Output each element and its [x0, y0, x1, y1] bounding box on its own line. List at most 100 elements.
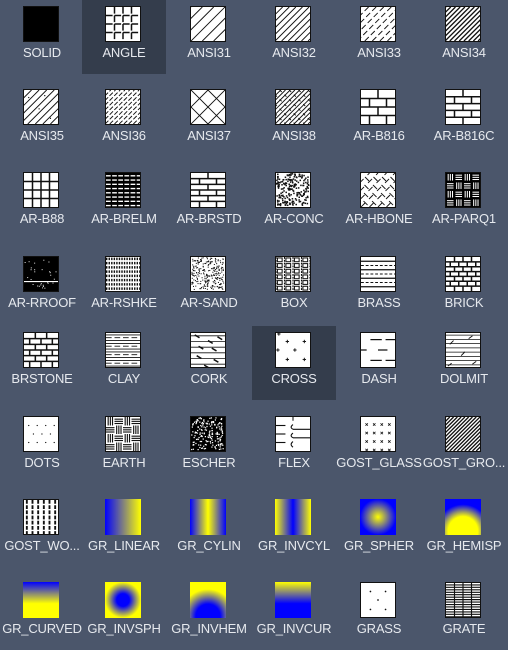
- pattern-tile[interactable]: ANSI38: [252, 83, 336, 157]
- pattern-tile[interactable]: ANSI33: [337, 0, 421, 74]
- pattern-tile[interactable]: GR_INVSPH: [82, 576, 166, 650]
- pattern-tile[interactable]: GR_INVHEM: [167, 576, 251, 650]
- ansi31-pattern-icon: [190, 6, 226, 42]
- pattern-tile[interactable]: AR-B816: [337, 83, 421, 157]
- pattern-tile[interactable]: AR-SAND: [167, 250, 251, 324]
- ar-conc-pattern-icon: [275, 172, 311, 208]
- pattern-tile[interactable]: ESCHER: [167, 410, 251, 484]
- gost-glass-pattern-icon: [360, 416, 396, 452]
- pattern-tile[interactable]: GOST_GRO...: [422, 410, 506, 484]
- pattern-tile[interactable]: FLEX: [252, 410, 336, 484]
- pattern-label: BRASS: [357, 295, 401, 310]
- dots-pattern-icon: [23, 416, 59, 452]
- pattern-label: GR_HEMISP: [426, 538, 502, 553]
- pattern-label: AR-CONC: [264, 211, 324, 226]
- pattern-tile[interactable]: GR_HEMISP: [422, 493, 506, 567]
- pattern-label: GR_SPHER: [344, 538, 414, 553]
- pattern-tile[interactable]: ANSI37: [167, 83, 251, 157]
- brick-pattern-icon: [445, 256, 481, 292]
- solid-pattern-icon: [23, 6, 59, 42]
- pattern-tile[interactable]: GOST_WO...: [0, 493, 84, 567]
- ansi33-pattern-icon: [360, 6, 396, 42]
- pattern-tile[interactable]: GR_INVCUR: [252, 576, 336, 650]
- pattern-tile[interactable]: GR_LINEAR: [82, 493, 166, 567]
- pattern-tile[interactable]: AR-B88: [0, 166, 84, 240]
- ansi35-pattern-icon: [23, 89, 59, 125]
- ar-brstd-pattern-icon: [190, 172, 226, 208]
- gradient-hemispherical-icon: [445, 499, 481, 535]
- pattern-label: BRICK: [444, 295, 484, 310]
- pattern-label: ANSI32: [272, 45, 316, 60]
- pattern-tile[interactable]: ANSI32: [252, 0, 336, 74]
- pattern-label: ESCHER: [182, 455, 236, 470]
- dolmit-pattern-icon: [445, 332, 481, 368]
- gradient-inverted-hemispherical-icon: [190, 582, 226, 618]
- gradient-inverted-cylinder-icon: [275, 499, 311, 535]
- pattern-label: GR_INVHEM: [171, 621, 247, 636]
- pattern-label: CLAY: [107, 371, 141, 386]
- pattern-tile[interactable]: AR-PARQ1: [422, 166, 506, 240]
- escher-pattern-icon: [190, 416, 226, 452]
- dash-pattern-icon: [360, 332, 396, 368]
- pattern-tile[interactable]: SOLID: [0, 0, 84, 74]
- pattern-label: ANSI34: [442, 45, 486, 60]
- pattern-label: BRSTONE: [11, 371, 73, 386]
- cross-pattern-icon: [275, 332, 311, 368]
- pattern-label: GR_INVCYL: [258, 538, 330, 553]
- pattern-tile[interactable]: GRATE: [422, 576, 506, 650]
- earth-pattern-icon: [105, 416, 141, 452]
- ar-brelm-pattern-icon: [105, 172, 141, 208]
- pattern-label: ANSI36: [102, 128, 146, 143]
- pattern-tile[interactable]: AR-BRSTD: [167, 166, 251, 240]
- pattern-tile[interactable]: GR_SPHER: [337, 493, 421, 567]
- pattern-tile[interactable]: GOST_GLASS: [336, 410, 422, 484]
- pattern-label: GOST_GLASS: [336, 455, 422, 470]
- gost-ground-pattern-icon: [445, 416, 481, 452]
- pattern-label: ANSI35: [20, 128, 64, 143]
- pattern-label: ANSI31: [187, 45, 231, 60]
- pattern-tile[interactable]: AR-B816C: [422, 83, 506, 157]
- pattern-tile[interactable]: BRASS: [337, 250, 421, 324]
- pattern-label: AR-B816C: [433, 128, 495, 143]
- pattern-label: ANSI38: [272, 128, 316, 143]
- ar-b816c-pattern-icon: [445, 89, 481, 125]
- pattern-tile[interactable]: BRICK: [422, 250, 506, 324]
- pattern-tile[interactable]: AR-HBONE: [337, 166, 421, 240]
- grate-pattern-icon: [445, 582, 481, 618]
- pattern-tile[interactable]: AR-RROOF: [0, 250, 84, 324]
- pattern-tile[interactable]: DASH: [337, 326, 421, 400]
- pattern-label: GR_LINEAR: [88, 538, 160, 553]
- pattern-tile[interactable]: GR_CURVED: [0, 576, 84, 650]
- pattern-tile[interactable]: CROSS: [252, 326, 336, 400]
- pattern-tile[interactable]: GR_CYLIN: [167, 493, 251, 567]
- pattern-tile[interactable]: BRSTONE: [0, 326, 84, 400]
- pattern-label: AR-PARQ1: [432, 211, 496, 226]
- grass-pattern-icon: [360, 582, 396, 618]
- pattern-label: ANSI37: [187, 128, 231, 143]
- pattern-tile[interactable]: GR_INVCYL: [252, 493, 336, 567]
- ar-parq1-pattern-icon: [445, 172, 481, 208]
- pattern-tile[interactable]: AR-BRELM: [82, 166, 166, 240]
- pattern-tile[interactable]: ANSI36: [82, 83, 166, 157]
- pattern-tile[interactable]: CORK: [167, 326, 251, 400]
- pattern-tile[interactable]: DOLMIT: [422, 326, 506, 400]
- pattern-tile[interactable]: DOTS: [0, 410, 84, 484]
- pattern-tile[interactable]: ANGLE: [82, 0, 166, 74]
- pattern-tile[interactable]: GRASS: [337, 576, 421, 650]
- pattern-tile[interactable]: AR-RSHKE: [82, 250, 166, 324]
- pattern-tile[interactable]: ANSI31: [167, 0, 251, 74]
- gradient-curved-icon: [23, 582, 59, 618]
- ansi34-pattern-icon: [445, 6, 481, 42]
- ar-b88-pattern-icon: [23, 172, 59, 208]
- pattern-tile[interactable]: CLAY: [82, 326, 166, 400]
- pattern-tile[interactable]: ANSI35: [0, 83, 84, 157]
- pattern-label: AR-RROOF: [8, 295, 76, 310]
- pattern-tile[interactable]: EARTH: [82, 410, 166, 484]
- ansi36-pattern-icon: [105, 89, 141, 125]
- pattern-tile[interactable]: AR-CONC: [252, 166, 336, 240]
- pattern-tile[interactable]: ANSI34: [422, 0, 506, 74]
- pattern-label: AR-B88: [19, 211, 65, 226]
- pattern-label: GOST_GRO...: [422, 455, 506, 470]
- pattern-label: SOLID: [22, 45, 61, 60]
- pattern-tile[interactable]: BOX: [252, 250, 336, 324]
